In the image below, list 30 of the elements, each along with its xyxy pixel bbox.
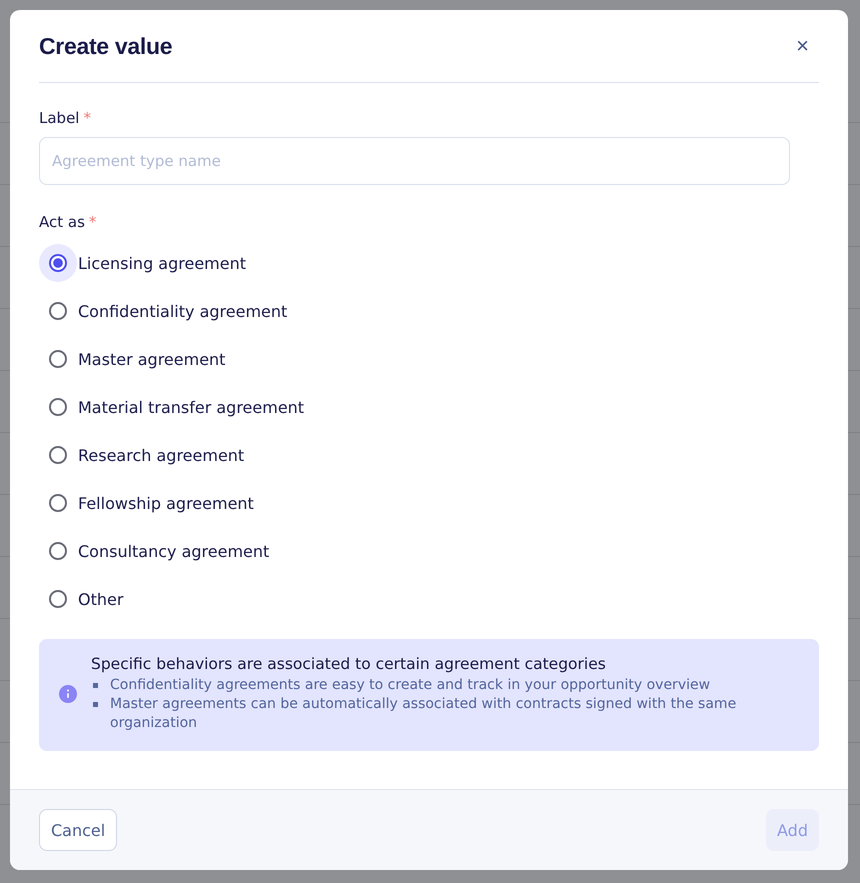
radio-button[interactable] [49,446,67,464]
label-input-field[interactable]: Agreement type name [39,137,790,185]
radio-button[interactable] [49,542,67,560]
info-item: Confidentiality agreements are easy to create and track in your opportunity overview [110,676,710,695]
radio-button[interactable] [49,398,67,416]
cancel-button[interactable]: Cancel [39,809,118,851]
option-label[interactable]: Master agreement [78,350,226,368]
required-mark: * [88,213,96,231]
option-label[interactable]: Confidentiality agreement [78,302,288,320]
option-label[interactable]: Consultancy agreement [78,542,270,560]
option-label[interactable]: Fellowship agreement [78,494,254,512]
option-label[interactable]: Licensing agreement [78,254,246,272]
dialog-title: Create value [39,32,172,60]
info-item: Master agreements can be automatically associated with contracts signed with the same organization [110,695,738,733]
field-label: Act as [39,213,85,231]
bullet-icon [93,683,98,688]
radio-button[interactable] [49,590,67,608]
option-label[interactable]: Material transfer agreement [78,398,304,416]
bullet-icon [93,702,98,707]
info-title: Specific behaviors are associated to certain agreement categories [91,655,607,673]
option-label[interactable]: Research agreement [78,446,244,464]
radio-button[interactable] [49,254,67,272]
field-label: Label [39,109,80,127]
close-button[interactable]: × [786,33,819,59]
option-label[interactable]: Other [78,590,124,608]
info-icon [59,685,77,703]
required-mark: * [83,109,91,127]
radio-button[interactable] [49,302,67,320]
radio-button[interactable] [49,350,67,368]
radio-button[interactable] [49,494,67,512]
